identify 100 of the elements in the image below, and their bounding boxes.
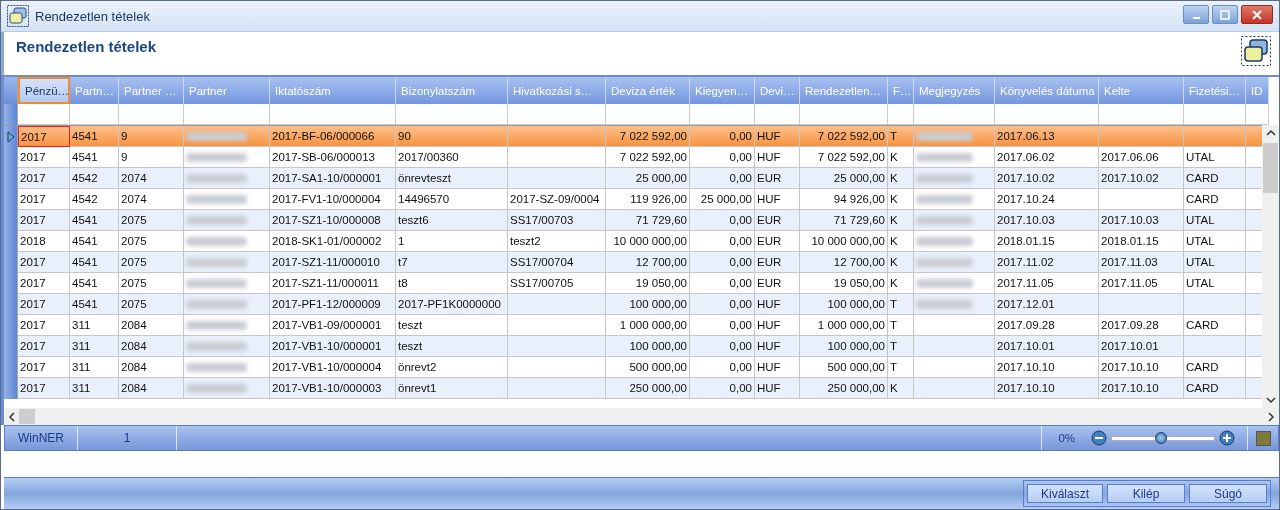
table-cell: T: [888, 126, 914, 147]
column-header[interactable]: Iktatószám: [270, 77, 396, 104]
column-header[interactable]: ID: [1246, 77, 1269, 104]
table-cell: 2017-VB1-10/000001: [270, 336, 396, 357]
table-cell: 2017: [18, 336, 70, 357]
column-header[interactable]: F…: [888, 77, 914, 104]
row-selector[interactable]: [4, 126, 18, 147]
table-cell: 0,00: [690, 336, 755, 357]
table-cell: 25 000,00: [800, 168, 888, 189]
table-cell: 0,00: [690, 126, 755, 147]
column-header[interactable]: Megjegyzés: [914, 77, 995, 104]
filter-field[interactable]: [508, 104, 606, 125]
filter-field[interactable]: [690, 104, 755, 125]
blurred-text: [916, 299, 973, 309]
row-selector[interactable]: [4, 378, 18, 399]
table-cell: 2017.10.02: [1099, 168, 1184, 189]
table-cell: UTAL: [1184, 252, 1246, 273]
table-cell: 0,00: [690, 378, 755, 399]
table-cell: 2017: [18, 252, 70, 273]
vertical-scrollbar[interactable]: [1262, 125, 1279, 408]
table-cell: 2017-PF1K0000000: [396, 294, 508, 315]
table-cell: 7 022 592,00: [606, 126, 690, 147]
blurred-text: [186, 299, 247, 309]
table-cell: 311: [70, 378, 119, 399]
filter-field[interactable]: [396, 104, 508, 125]
blurred-text: [186, 152, 247, 162]
table-cell: 2017: [18, 210, 70, 231]
filter-field[interactable]: [606, 104, 690, 125]
filter-field[interactable]: [119, 104, 184, 125]
table-cell: 100 000,00: [800, 336, 888, 357]
blurred-text: [916, 131, 973, 141]
table-cell: 90: [396, 126, 508, 147]
filter-field[interactable]: [914, 104, 995, 125]
windows-icon: [1241, 36, 1271, 66]
table-cell: 2017.10.10: [1099, 378, 1184, 399]
column-header[interactable]: Partner: [184, 77, 270, 104]
filter-field[interactable]: [1246, 104, 1269, 125]
table-cell: SS17/00703: [508, 210, 606, 231]
filter-field[interactable]: [70, 104, 119, 125]
zoom-in-icon[interactable]: [1219, 430, 1235, 446]
table-cell: 2075: [119, 210, 184, 231]
record-count: 1: [78, 426, 177, 450]
blurred-text: [186, 362, 247, 372]
blurred-text: [186, 215, 247, 225]
table-cell: [1184, 126, 1246, 147]
column-header[interactable]: Pénzü…: [18, 77, 70, 104]
column-header[interactable]: Bizonylatszám: [396, 77, 508, 104]
column-header[interactable]: Könyvelés dátuma: [995, 77, 1099, 104]
column-header[interactable]: Partner …: [119, 77, 184, 104]
close-button[interactable]: [1241, 5, 1273, 24]
table-cell: 4542: [70, 168, 119, 189]
current-row-icon: [6, 130, 15, 143]
table-cell: 2017.10.03: [995, 210, 1099, 231]
blurred-text: [916, 215, 973, 225]
filter-field[interactable]: [755, 104, 800, 125]
table-cell: K: [888, 252, 914, 273]
page-heading: Rendezetlen tételek: [16, 38, 157, 55]
column-header[interactable]: Fizetési…: [1184, 77, 1246, 104]
zoom-slider[interactable]: [1111, 435, 1215, 441]
status-text: WinNER: [5, 426, 78, 450]
table-cell: 12 700,00: [800, 252, 888, 273]
blurred-text: [916, 173, 973, 183]
scroll-thumb[interactable]: [1263, 143, 1278, 193]
table-cell: [1184, 336, 1246, 357]
column-header[interactable]: Partn…: [70, 77, 119, 104]
minimize-button[interactable]: [1183, 5, 1209, 24]
action-button[interactable]: Kilép: [1107, 484, 1185, 503]
column-header[interactable]: Deviza érték: [606, 77, 690, 104]
table-cell: 2017.10.10: [995, 378, 1099, 399]
filter-field[interactable]: [184, 104, 270, 125]
filter-field[interactable]: [1099, 104, 1184, 125]
scroll-down-icon: [1265, 396, 1276, 404]
column-header[interactable]: Kiegyen…: [690, 77, 755, 104]
filter-field[interactable]: [1184, 104, 1246, 125]
table-cell: 2017: [18, 378, 70, 399]
blurred-text: [186, 236, 247, 246]
blurred-text: [916, 236, 973, 246]
table-cell: 4541: [70, 252, 119, 273]
column-header[interactable]: Kelte: [1099, 77, 1184, 104]
table-cell: K: [888, 378, 914, 399]
table-cell: 2017.10.01: [1099, 336, 1184, 357]
filter-field[interactable]: [800, 104, 888, 125]
table-cell: EUR: [755, 210, 800, 231]
maximize-button[interactable]: [1212, 5, 1238, 24]
filter-field[interactable]: [270, 104, 396, 125]
scroll-thumb[interactable]: [19, 409, 35, 424]
table-cell: 2074: [119, 168, 184, 189]
horizontal-scrollbar[interactable]: [4, 408, 1279, 425]
column-header[interactable]: Hivatkozási s…: [508, 77, 606, 104]
table-cell: teszt6: [396, 210, 508, 231]
action-button[interactable]: Kiválaszt: [1027, 484, 1103, 503]
column-header[interactable]: Rendezetlen…: [800, 77, 888, 104]
filter-field[interactable]: [995, 104, 1099, 125]
slider-thumb[interactable]: [1154, 431, 1167, 444]
column-header[interactable]: Devi…: [755, 77, 800, 104]
filter-field[interactable]: [888, 104, 914, 125]
action-button[interactable]: Súgó: [1189, 484, 1267, 503]
zoom-out-icon[interactable]: [1091, 430, 1107, 446]
blurred-text: [186, 257, 247, 267]
filter-field[interactable]: [18, 104, 70, 125]
